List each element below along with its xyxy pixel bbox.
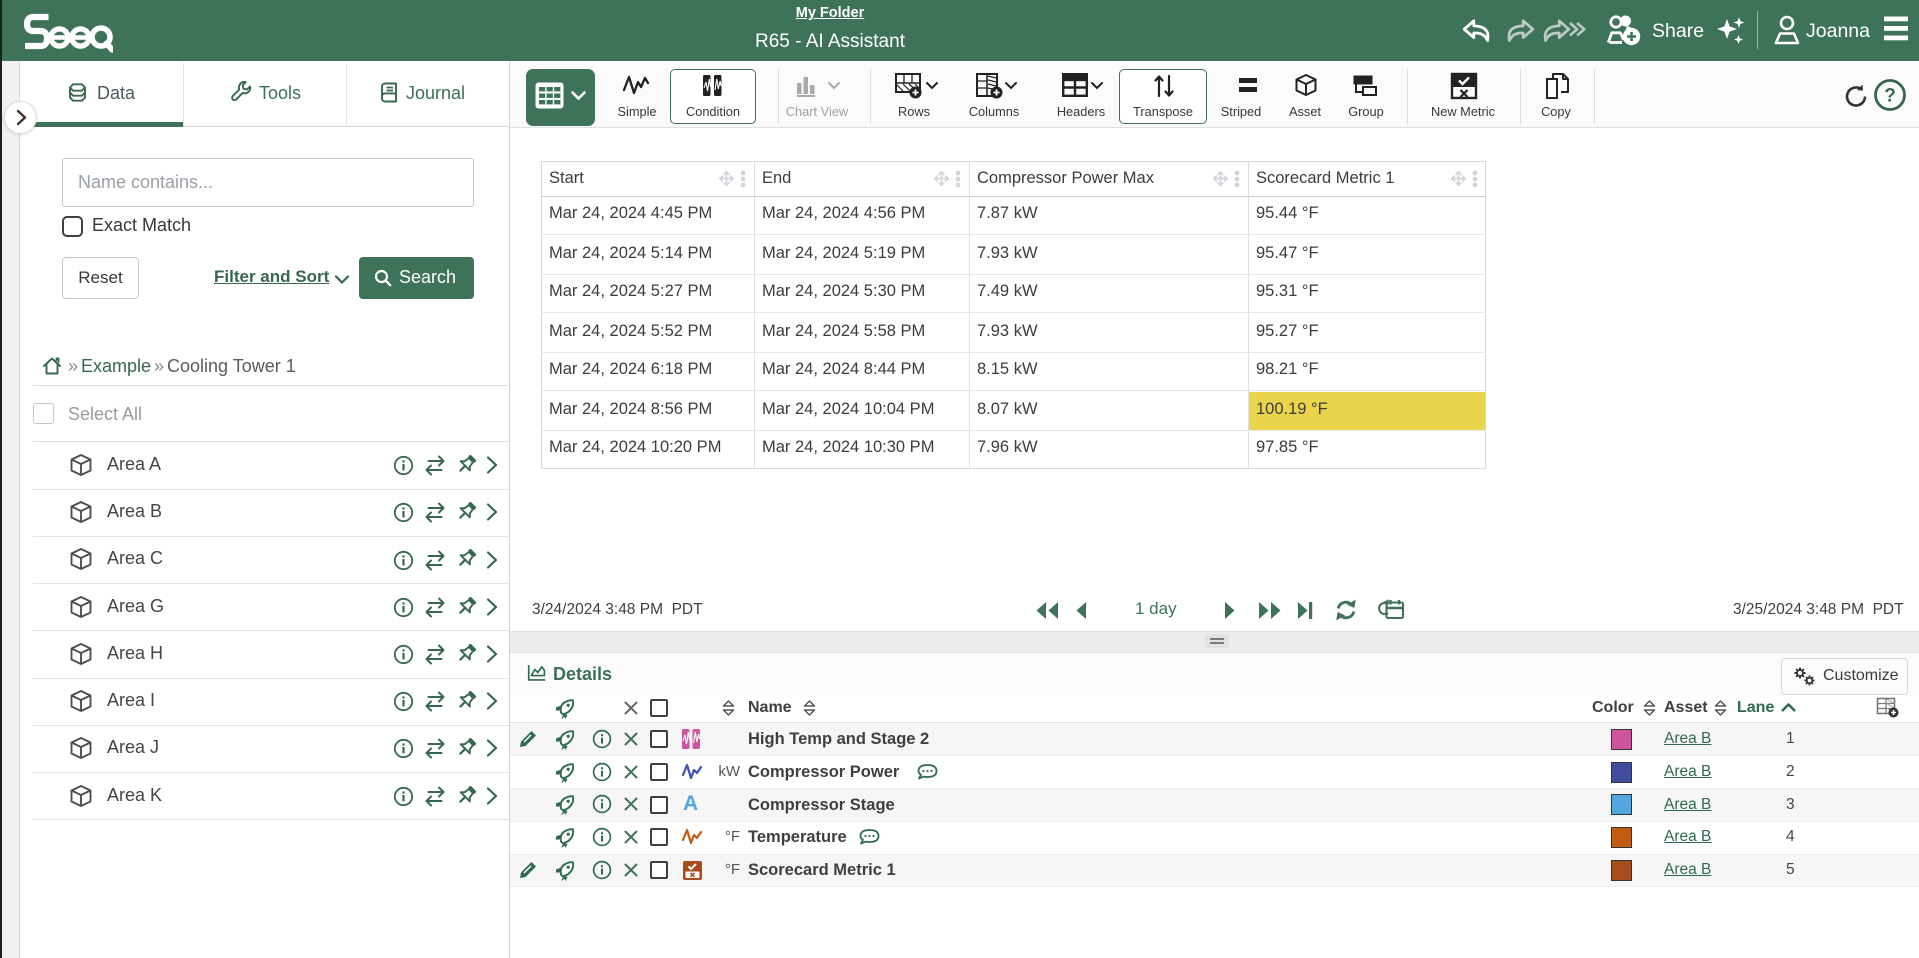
svg-text:?: ? bbox=[1884, 86, 1896, 107]
